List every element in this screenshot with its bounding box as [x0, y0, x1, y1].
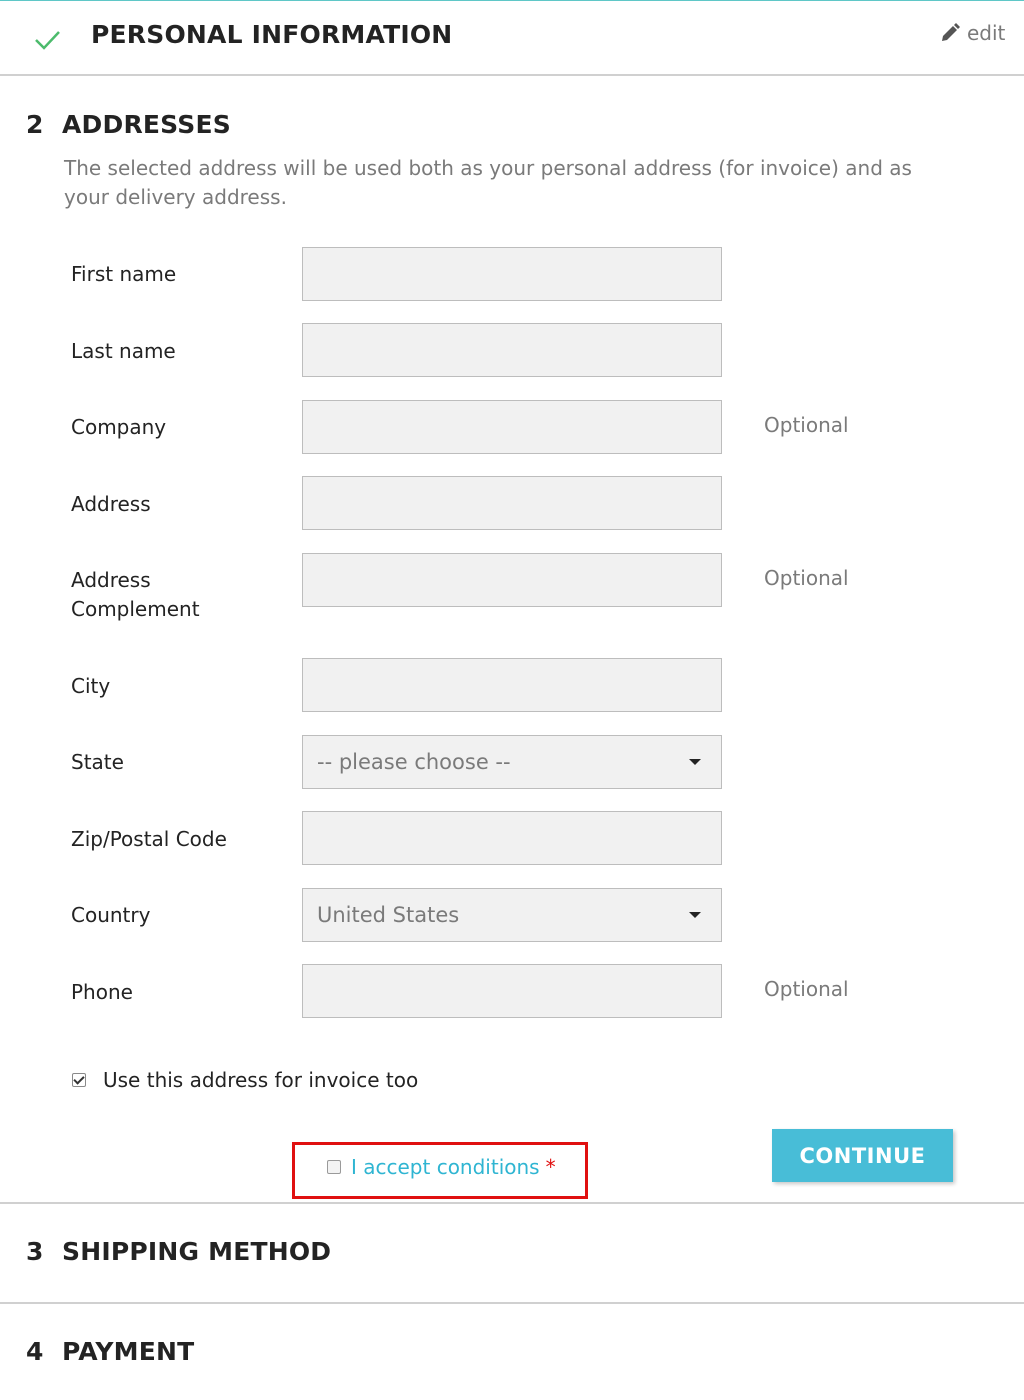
company-optional-hint: Optional	[764, 413, 849, 437]
addresses-intro: The selected address will be used both a…	[64, 156, 912, 209]
edit-link[interactable]: edit	[940, 21, 1005, 45]
address-label: Address	[71, 492, 151, 516]
edit-label: edit	[967, 21, 1006, 45]
city-input[interactable]	[302, 658, 722, 712]
step-number: 3	[26, 1237, 44, 1266]
step2-title: 2 ADDRESSES	[26, 110, 231, 139]
step-number: 2	[26, 110, 44, 139]
address-complement-label: Address Complement	[71, 568, 200, 621]
country-selected-value: United States	[317, 903, 460, 927]
first-name-input[interactable]	[302, 247, 722, 301]
state-label: State	[71, 750, 124, 774]
invoice-checkbox[interactable]	[72, 1073, 86, 1087]
checkout-page: PERSONAL INFORMATION edit 2 ADDRESSES The…	[0, 0, 1024, 1400]
accept-conditions-checkbox[interactable]	[327, 1160, 341, 1174]
country-select[interactable]: United States	[302, 888, 722, 942]
step-title-text: SHIPPING METHOD	[62, 1237, 332, 1266]
last-name-label: Last name	[71, 339, 176, 363]
company-label: Company	[71, 415, 167, 439]
phone-input[interactable]	[302, 964, 722, 1018]
address-complement-input[interactable]	[302, 553, 722, 607]
address-input[interactable]	[302, 476, 722, 530]
state-select[interactable]: -- please choose --	[302, 735, 722, 789]
zip-label: Zip/Postal Code	[71, 827, 227, 851]
phone-label: Phone	[71, 980, 133, 1004]
step-title-text: ADDRESSES	[62, 110, 231, 139]
invoice-checkbox-row[interactable]: Use this address for invoice too	[72, 1068, 418, 1092]
last-name-input[interactable]	[302, 323, 722, 377]
accept-conditions-link[interactable]: I accept conditions	[351, 1155, 540, 1179]
country-label: Country	[71, 903, 151, 927]
step4-title: 4 PAYMENT	[26, 1337, 194, 1366]
city-label: City	[71, 674, 111, 698]
accept-conditions-row[interactable]: I accept conditions *	[327, 1155, 556, 1179]
step-number: 4	[26, 1337, 44, 1366]
step-personal-information: PERSONAL INFORMATION edit	[0, 0, 1024, 76]
invoice-checkbox-label[interactable]: Use this address for invoice too	[103, 1068, 418, 1092]
state-selected-value: -- please choose --	[317, 750, 511, 774]
company-input[interactable]	[302, 400, 722, 454]
divider	[0, 1202, 1024, 1204]
check-icon	[35, 31, 60, 50]
step1-title: PERSONAL INFORMATION	[91, 20, 453, 49]
chevron-down-icon	[689, 759, 701, 765]
divider	[0, 1302, 1024, 1304]
step-title-text: PAYMENT	[62, 1337, 195, 1366]
first-name-label: First name	[71, 262, 177, 286]
step3-title: 3 SHIPPING METHOD	[26, 1237, 331, 1266]
zip-input[interactable]	[302, 811, 722, 865]
pencil-icon	[942, 23, 960, 41]
required-mark: *	[545, 1155, 556, 1179]
continue-button[interactable]: CONTINUE	[772, 1129, 953, 1182]
phone-optional-hint: Optional	[764, 977, 849, 1001]
address-complement-optional-hint: Optional	[764, 566, 849, 590]
chevron-down-icon	[689, 912, 701, 918]
